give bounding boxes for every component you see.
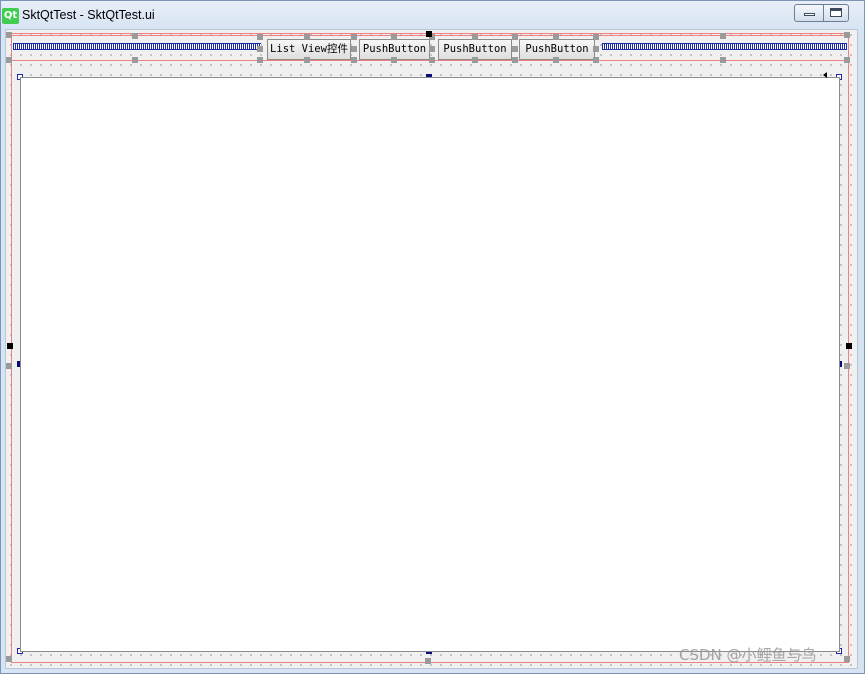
watermark: CSDN @小鲤鱼与鸟 xyxy=(679,646,817,664)
button-handle[interactable] xyxy=(553,57,559,63)
form-canvas[interactable]: List View控件 PushButton PushButton PushBu… xyxy=(5,29,858,669)
designer-window: Qt SktQtTest - SktQtTest.ui List View控件 … xyxy=(0,0,865,674)
layout-handle[interactable] xyxy=(6,656,12,662)
layout-handle[interactable] xyxy=(844,656,850,662)
button-handle[interactable] xyxy=(553,34,559,40)
maximize-button[interactable] xyxy=(823,4,849,22)
button-handle[interactable] xyxy=(429,46,435,52)
button-handle[interactable] xyxy=(304,57,310,63)
qt-logo-icon: Qt xyxy=(2,8,19,24)
button-handle[interactable] xyxy=(391,34,397,40)
layout-handle[interactable] xyxy=(6,32,12,38)
button-handle[interactable] xyxy=(304,34,310,40)
selection-handle[interactable] xyxy=(846,343,852,349)
selection-handle[interactable] xyxy=(7,343,13,349)
minimize-icon xyxy=(804,13,815,16)
button-handle[interactable] xyxy=(351,57,357,63)
title-bar[interactable]: Qt SktQtTest - SktQtTest.ui xyxy=(1,1,864,29)
button-handle[interactable] xyxy=(593,57,599,63)
button-handle[interactable] xyxy=(593,34,599,40)
button-handle[interactable] xyxy=(472,57,478,63)
button-handle[interactable] xyxy=(593,46,599,52)
button-handle[interactable] xyxy=(257,34,263,40)
button-handle[interactable] xyxy=(257,57,263,63)
layout-handle[interactable] xyxy=(132,33,138,39)
layout-handle[interactable] xyxy=(844,32,850,38)
button-handle[interactable] xyxy=(429,57,435,63)
button-handle[interactable] xyxy=(351,34,357,40)
corner-arrow-icon xyxy=(823,72,827,78)
layout-handle[interactable] xyxy=(6,363,12,369)
layout-handle[interactable] xyxy=(720,57,726,63)
button-handle[interactable] xyxy=(472,34,478,40)
layout-handle[interactable] xyxy=(720,33,726,39)
button-handle[interactable] xyxy=(351,46,357,52)
layout-handle[interactable] xyxy=(844,57,850,63)
list-view-widget[interactable] xyxy=(20,77,840,652)
horizontal-spacer-right[interactable] xyxy=(602,43,847,50)
button-handle[interactable] xyxy=(391,57,397,63)
selection-handle[interactable] xyxy=(426,31,432,37)
maximize-icon xyxy=(830,8,842,17)
layout-handle[interactable] xyxy=(425,658,431,664)
minimize-button[interactable] xyxy=(794,4,824,22)
layout-handle[interactable] xyxy=(132,57,138,63)
layout-handle[interactable] xyxy=(844,363,850,369)
button-handle[interactable] xyxy=(512,57,518,63)
window-title: SktQtTest - SktQtTest.ui xyxy=(22,8,155,22)
button-handle[interactable] xyxy=(257,46,263,52)
layout-handle[interactable] xyxy=(6,57,12,63)
horizontal-spacer-left[interactable] xyxy=(13,43,261,50)
button-handle[interactable] xyxy=(512,34,518,40)
button-handle[interactable] xyxy=(512,46,518,52)
